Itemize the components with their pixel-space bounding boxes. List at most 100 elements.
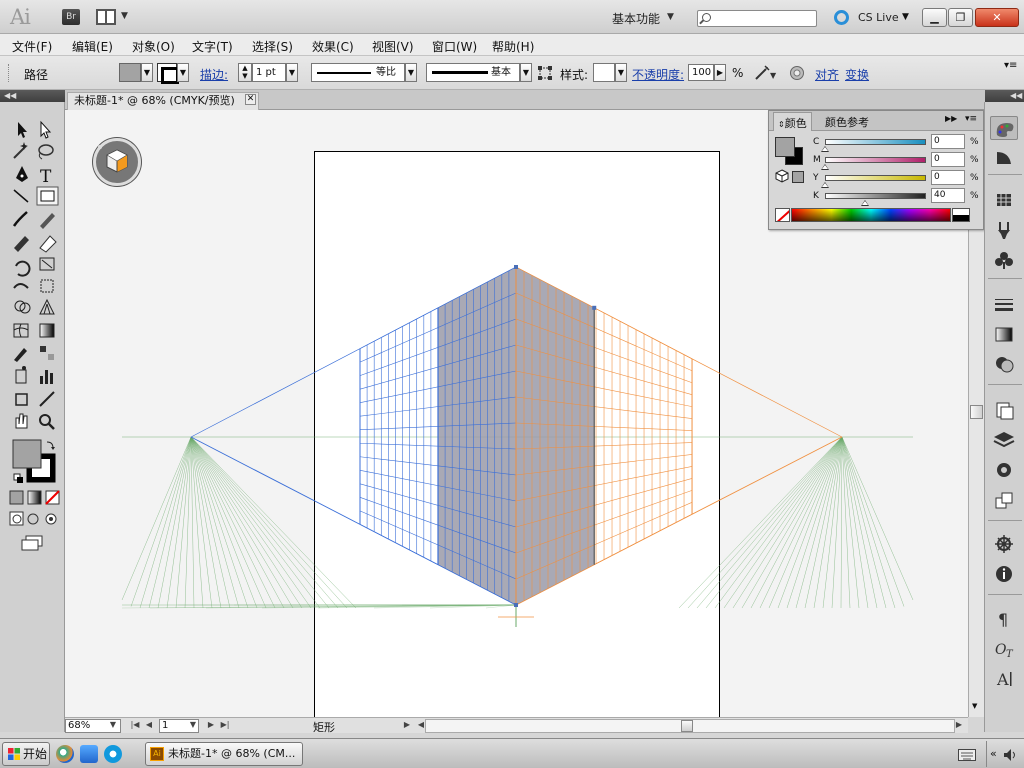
workspace-switcher[interactable]: 基本功能 <box>612 10 660 27</box>
dock-collapse-strip[interactable]: ◀◀ <box>984 90 1024 102</box>
help-search-input[interactable] <box>697 10 817 27</box>
fill-dropdown-arrow[interactable]: ▼ <box>141 63 153 82</box>
mesh-tool-icon[interactable] <box>13 323 29 338</box>
chevron-down-icon[interactable]: ▼ <box>667 12 674 22</box>
slice-tool-icon[interactable] <box>39 391 55 407</box>
menu-select[interactable]: 选择(S) <box>252 38 293 55</box>
tools-collapse-strip[interactable]: ◀◀ <box>0 90 65 102</box>
dock-layers-button[interactable] <box>990 428 1018 452</box>
fill-swatch[interactable] <box>119 63 141 82</box>
warp-tool-icon[interactable] <box>13 283 29 289</box>
dock-opentype-button[interactable]: OT <box>990 636 1018 660</box>
direct-selection-tool-icon[interactable] <box>40 120 52 139</box>
status-current-tool[interactable]: 矩形 <box>313 719 335 735</box>
first-artboard-icon[interactable]: |◀ <box>129 719 141 733</box>
color-mode-icon[interactable] <box>9 490 24 505</box>
cyan-slider[interactable] <box>825 139 926 145</box>
column-graph-icon[interactable] <box>40 370 53 384</box>
style-dropdown-arrow[interactable]: ▼ <box>615 63 627 82</box>
cs-live-button[interactable]: CS Live <box>858 11 899 24</box>
panel-expand-icon[interactable]: ▶▶ <box>945 114 957 123</box>
cs-live-icon[interactable] <box>834 10 849 25</box>
dock-appearance-button[interactable] <box>990 398 1018 422</box>
menu-help[interactable]: 帮助(H) <box>492 38 534 55</box>
close-tab-icon[interactable]: ✕ <box>245 94 256 105</box>
line-tool-icon[interactable] <box>13 189 29 203</box>
stroke-swatch[interactable] <box>157 63 179 84</box>
control-bar-menu-icon[interactable]: ▾≡ <box>1004 60 1017 71</box>
next-artboard-icon[interactable]: ▶ <box>205 719 217 733</box>
opacity-slider-arrow[interactable]: ▶ <box>714 64 726 81</box>
gradient-tool-icon[interactable] <box>39 323 55 338</box>
dock-transparency-button[interactable] <box>990 352 1018 376</box>
panel-menu-icon[interactable]: ▾≡ <box>965 114 977 124</box>
menu-effect[interactable]: 效果(C) <box>312 38 354 55</box>
dock-info-button[interactable] <box>990 562 1018 586</box>
menu-file[interactable]: 文件(F) <box>12 38 52 55</box>
vertical-scroll-thumb[interactable] <box>970 405 983 419</box>
status-menu-icon[interactable]: ▶ <box>401 719 413 733</box>
blend-tool-icon[interactable] <box>40 346 54 360</box>
rotate-tool-icon[interactable] <box>15 260 31 277</box>
dock-character-button[interactable]: A <box>990 666 1018 690</box>
rectangle-tool-icon[interactable] <box>36 186 59 206</box>
default-colors-icon[interactable] <box>13 473 23 483</box>
tab-color[interactable]: ⇕颜色 <box>773 112 812 131</box>
dock-stroke-button[interactable] <box>990 292 1018 316</box>
internet-explorer-icon[interactable] <box>104 745 122 763</box>
cyan-field[interactable]: 0 <box>931 134 965 149</box>
draw-inside-icon[interactable] <box>45 513 57 525</box>
cyan-slider-thumb[interactable] <box>821 146 829 152</box>
menu-edit[interactable]: 编辑(E) <box>72 38 113 55</box>
volume-icon[interactable] <box>1002 747 1018 763</box>
dock-swatches-button[interactable] <box>990 188 1018 212</box>
swap-colors-icon[interactable] <box>46 441 55 450</box>
dock-graphic-styles-button[interactable] <box>990 458 1018 482</box>
arrange-documents-button[interactable]: ▼ <box>96 9 130 25</box>
artboard-tool-icon[interactable] <box>15 393 28 406</box>
dock-symbols-button[interactable] <box>990 248 1018 272</box>
chevron-down-icon[interactable]: ▼ <box>902 12 909 22</box>
opacity-field[interactable]: 100 <box>688 64 714 81</box>
zoom-dropdown-icon[interactable]: ▼ <box>107 719 119 733</box>
scroll-right-icon[interactable]: ▶ <box>953 719 965 733</box>
previous-artboard-icon[interactable]: ◀ <box>143 719 155 733</box>
dock-color-button[interactable] <box>990 116 1018 140</box>
magenta-slider[interactable] <box>825 157 926 163</box>
scale-tool-icon[interactable] <box>39 257 55 271</box>
brush-dropdown-arrow[interactable]: ▼ <box>520 63 532 82</box>
hand-tool-icon[interactable] <box>15 413 28 429</box>
free-transform-icon[interactable] <box>40 279 54 293</box>
dock-color-guide-button[interactable] <box>990 144 1018 168</box>
explorer-icon[interactable] <box>80 745 98 763</box>
horizontal-scroll-thumb[interactable] <box>681 720 693 732</box>
draw-behind-icon[interactable] <box>27 513 39 525</box>
variable-width-profile[interactable]: 等比 <box>311 63 405 82</box>
magic-wand-icon[interactable] <box>13 142 28 159</box>
taskbar-illustrator-window[interactable]: Ai 未标题-1* @ 68% (CM... <box>145 742 303 766</box>
paintbrush-icon[interactable] <box>12 211 28 227</box>
stroke-weight-dropdown[interactable]: ▼ <box>286 63 298 82</box>
recolor-wheel-icon[interactable] <box>789 65 805 81</box>
menu-type[interactable]: 文字(T) <box>192 38 233 55</box>
black-slider-thumb[interactable] <box>861 200 869 206</box>
transform-link[interactable]: 变换 <box>845 66 869 83</box>
perspective-grid-icon[interactable] <box>39 298 55 315</box>
dock-brushes-button[interactable] <box>990 218 1018 242</box>
grid-handle[interactable] <box>592 305 597 310</box>
selection-tool-icon[interactable] <box>18 122 27 138</box>
start-button[interactable]: 开始 <box>2 742 50 766</box>
magenta-field[interactable]: 0 <box>931 152 965 167</box>
horizontal-scrollbar[interactable] <box>425 719 955 733</box>
magenta-slider-thumb[interactable] <box>821 164 829 170</box>
maximize-button[interactable]: ❐ <box>948 8 973 27</box>
dock-artboards-button[interactable] <box>990 488 1018 512</box>
document-tab[interactable]: 未标题-1* @ 68% (CMYK/预览) <box>67 92 259 110</box>
black-field[interactable]: 40 <box>931 188 965 203</box>
pen-tool-icon[interactable] <box>16 166 28 182</box>
eyedropper-icon[interactable] <box>14 348 27 362</box>
menu-object[interactable]: 对象(O) <box>132 38 175 55</box>
align-link[interactable]: 对齐 <box>815 66 839 83</box>
pencil-icon[interactable] <box>40 213 55 229</box>
web-safe-swatch[interactable] <box>792 171 804 183</box>
